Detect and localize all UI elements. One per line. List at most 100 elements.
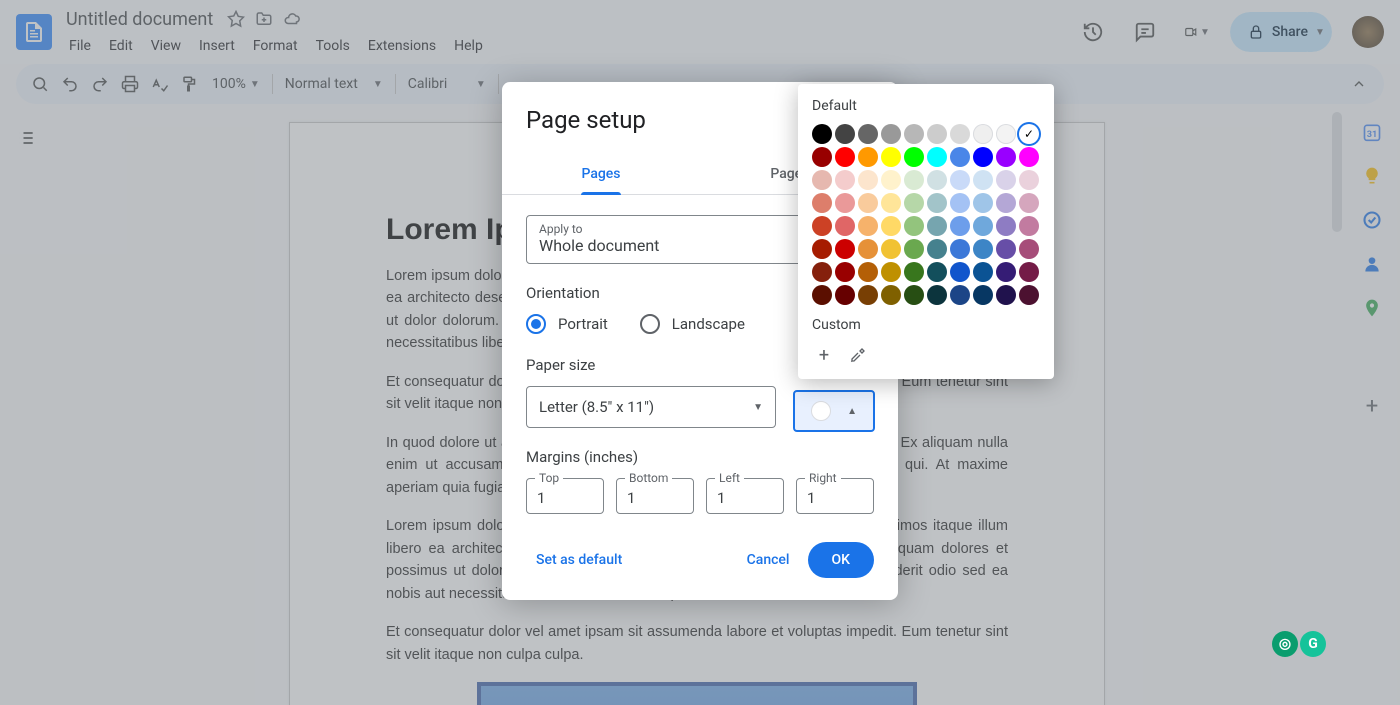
color-swatch[interactable] bbox=[904, 124, 924, 144]
color-swatch[interactable] bbox=[973, 216, 993, 236]
color-swatch[interactable] bbox=[973, 285, 993, 305]
color-swatch[interactable] bbox=[1019, 285, 1039, 305]
color-swatch[interactable] bbox=[812, 285, 832, 305]
color-swatch[interactable] bbox=[858, 285, 878, 305]
color-swatch[interactable] bbox=[904, 170, 924, 190]
color-swatch[interactable] bbox=[835, 124, 855, 144]
eyedropper-icon[interactable] bbox=[846, 343, 870, 367]
radio-landscape[interactable]: Landscape bbox=[640, 314, 745, 334]
margin-left-input[interactable] bbox=[717, 489, 773, 507]
page-color-dropdown[interactable]: ▲ bbox=[793, 390, 875, 432]
color-swatch[interactable] bbox=[950, 239, 970, 259]
color-swatch[interactable] bbox=[996, 124, 1016, 144]
margin-left-field[interactable]: Left bbox=[706, 478, 784, 514]
color-swatch[interactable] bbox=[973, 170, 993, 190]
grammarly-widget[interactable]: ◎ G bbox=[1272, 631, 1326, 657]
color-swatch[interactable] bbox=[881, 285, 901, 305]
color-swatch[interactable] bbox=[927, 216, 947, 236]
color-swatch[interactable] bbox=[835, 262, 855, 282]
color-swatch[interactable] bbox=[904, 285, 924, 305]
cancel-button[interactable]: Cancel bbox=[737, 544, 800, 576]
color-swatch[interactable] bbox=[950, 147, 970, 167]
color-swatch[interactable] bbox=[996, 285, 1016, 305]
color-swatch[interactable] bbox=[950, 170, 970, 190]
color-swatch[interactable] bbox=[881, 239, 901, 259]
color-swatch[interactable] bbox=[904, 262, 924, 282]
color-swatch[interactable] bbox=[1019, 147, 1039, 167]
color-swatch[interactable] bbox=[996, 147, 1016, 167]
margin-bottom-input[interactable] bbox=[627, 489, 683, 507]
color-swatch[interactable] bbox=[973, 262, 993, 282]
tab-pages[interactable]: Pages bbox=[502, 156, 700, 194]
color-swatch[interactable] bbox=[927, 262, 947, 282]
color-swatch[interactable] bbox=[881, 216, 901, 236]
color-swatch[interactable] bbox=[904, 216, 924, 236]
color-swatch[interactable] bbox=[927, 239, 947, 259]
set-default-button[interactable]: Set as default bbox=[526, 544, 632, 576]
color-swatch[interactable] bbox=[812, 216, 832, 236]
margins-row: Top Bottom Left Right bbox=[526, 478, 874, 514]
margin-right-field[interactable]: Right bbox=[796, 478, 874, 514]
color-swatch[interactable] bbox=[996, 239, 1016, 259]
color-swatch[interactable] bbox=[996, 216, 1016, 236]
color-swatch[interactable] bbox=[1019, 216, 1039, 236]
color-swatch[interactable] bbox=[1019, 262, 1039, 282]
color-swatch[interactable] bbox=[812, 262, 832, 282]
color-swatch[interactable] bbox=[950, 193, 970, 213]
color-swatch[interactable] bbox=[881, 124, 901, 144]
color-swatch[interactable] bbox=[812, 147, 832, 167]
color-swatch[interactable] bbox=[950, 216, 970, 236]
color-swatch[interactable] bbox=[835, 239, 855, 259]
color-swatch[interactable] bbox=[904, 239, 924, 259]
color-swatch[interactable] bbox=[927, 285, 947, 305]
color-swatch[interactable] bbox=[1019, 170, 1039, 190]
color-swatch[interactable] bbox=[881, 262, 901, 282]
color-swatch[interactable] bbox=[881, 193, 901, 213]
radio-portrait[interactable]: Portrait bbox=[526, 314, 608, 334]
color-swatch[interactable] bbox=[835, 216, 855, 236]
color-swatch[interactable] bbox=[835, 147, 855, 167]
color-swatch[interactable] bbox=[1019, 239, 1039, 259]
color-swatch[interactable] bbox=[950, 262, 970, 282]
color-swatch[interactable] bbox=[858, 216, 878, 236]
color-swatch[interactable] bbox=[812, 170, 832, 190]
color-swatch[interactable] bbox=[812, 193, 832, 213]
color-swatch[interactable] bbox=[858, 239, 878, 259]
color-swatch[interactable] bbox=[835, 193, 855, 213]
color-swatch[interactable] bbox=[835, 170, 855, 190]
add-custom-color-icon[interactable]: + bbox=[812, 343, 836, 367]
color-swatch[interactable] bbox=[858, 147, 878, 167]
margin-right-input[interactable] bbox=[807, 489, 863, 507]
color-swatch[interactable] bbox=[996, 193, 1016, 213]
color-swatch[interactable] bbox=[858, 170, 878, 190]
color-swatch[interactable] bbox=[973, 193, 993, 213]
color-swatch[interactable] bbox=[881, 170, 901, 190]
color-swatch[interactable] bbox=[858, 262, 878, 282]
color-swatch[interactable] bbox=[1019, 124, 1039, 144]
margin-top-input[interactable] bbox=[537, 489, 593, 507]
color-swatch[interactable] bbox=[996, 262, 1016, 282]
color-swatch[interactable] bbox=[973, 124, 993, 144]
color-swatch[interactable] bbox=[835, 285, 855, 305]
paper-size-select[interactable]: Letter (8.5" x 11") ▼ bbox=[526, 386, 776, 428]
color-swatch[interactable] bbox=[904, 147, 924, 167]
ok-button[interactable]: OK bbox=[808, 542, 875, 578]
color-swatch[interactable] bbox=[881, 147, 901, 167]
color-swatch[interactable] bbox=[973, 147, 993, 167]
color-swatch[interactable] bbox=[904, 193, 924, 213]
color-swatch[interactable] bbox=[973, 239, 993, 259]
color-swatch[interactable] bbox=[858, 124, 878, 144]
color-swatch[interactable] bbox=[927, 147, 947, 167]
color-swatch[interactable] bbox=[858, 193, 878, 213]
color-swatch[interactable] bbox=[996, 170, 1016, 190]
color-swatch[interactable] bbox=[950, 124, 970, 144]
color-swatch[interactable] bbox=[950, 285, 970, 305]
color-swatch[interactable] bbox=[812, 239, 832, 259]
color-swatch[interactable] bbox=[812, 124, 832, 144]
color-swatch[interactable] bbox=[927, 193, 947, 213]
color-swatch[interactable] bbox=[927, 124, 947, 144]
color-swatch[interactable] bbox=[927, 170, 947, 190]
margin-bottom-field[interactable]: Bottom bbox=[616, 478, 694, 514]
margin-top-field[interactable]: Top bbox=[526, 478, 604, 514]
color-swatch[interactable] bbox=[1019, 193, 1039, 213]
